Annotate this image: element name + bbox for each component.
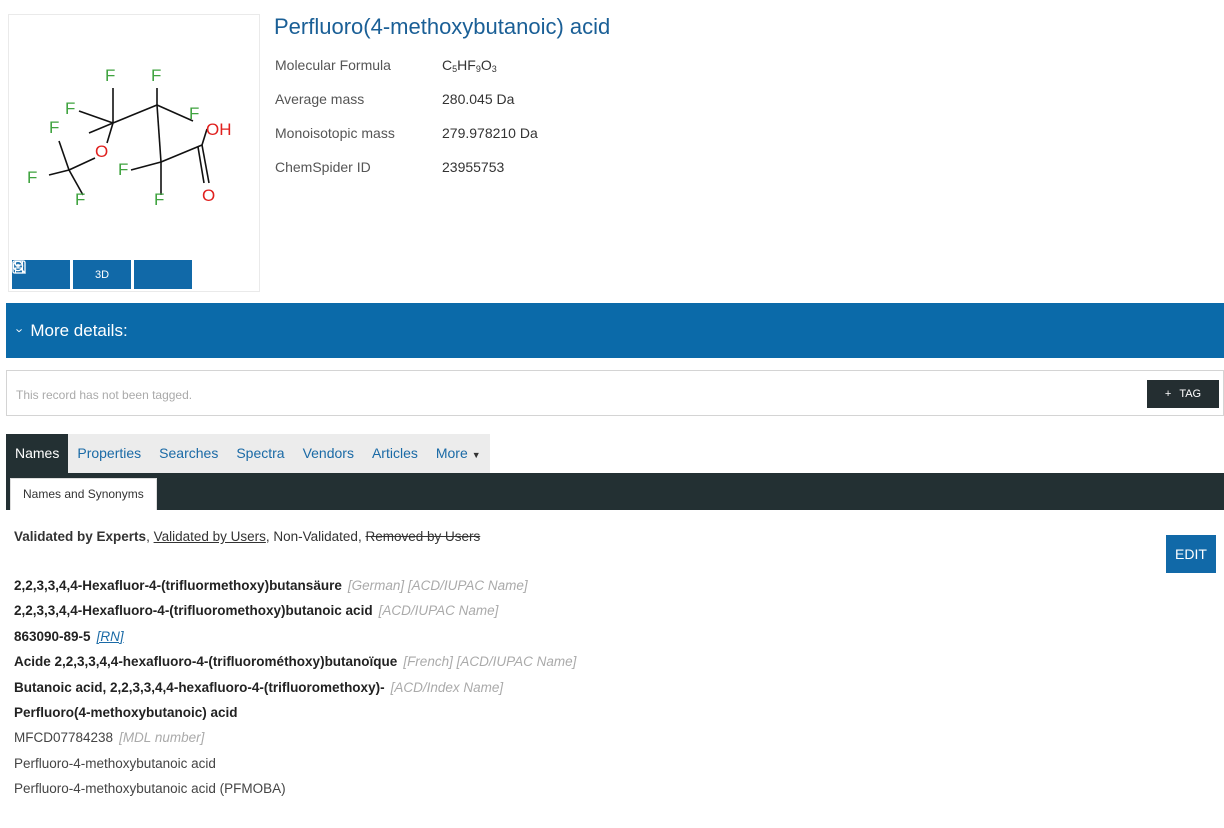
list-item: 863090-89-5 [RN] <box>14 624 576 649</box>
atom-labels: F F F F F OH F O F F F O <box>27 66 232 209</box>
legend-separator: , <box>146 529 154 544</box>
validation-legend: Validated by Experts, Validated by Users… <box>14 529 480 544</box>
plus-icon: + <box>1164 388 1172 400</box>
atom-label: F <box>75 190 85 209</box>
zoom-image-button[interactable] <box>12 260 192 289</box>
atom-label: F <box>189 104 199 123</box>
legend-non-validated: , Non-Validated, <box>265 529 366 544</box>
atom-label: F <box>105 66 115 85</box>
formula-part: HF <box>457 57 476 73</box>
atom-label: F <box>27 168 37 187</box>
tab-searches[interactable]: Searches <box>150 434 227 473</box>
list-item: 2,2,3,3,4,4-Hexafluoro-4-(trifluorometho… <box>14 598 576 623</box>
names-list: 2,2,3,3,4,4-Hexafluor-4-(trifluormethoxy… <box>14 573 576 802</box>
property-row: Average mass 280.045 Da <box>275 91 538 125</box>
tab-bar: Names Properties Searches Spectra Vendor… <box>6 434 490 473</box>
list-item: Acide 2,2,3,3,4,4-hexafluoro-4-(trifluor… <box>14 649 576 674</box>
synonym-name[interactable]: Perfluoro-4-methoxybutanoic acid (PFMOBA… <box>14 781 286 796</box>
tab-more[interactable]: More ▼ <box>427 434 490 473</box>
chevron-down-icon: › <box>12 328 28 333</box>
synonym-name[interactable]: Perfluoro(4-methoxybutanoic) acid <box>14 705 238 720</box>
synonym-name[interactable]: MFCD07784238 <box>14 730 113 745</box>
property-label: Average mass <box>275 91 365 107</box>
atom-label: F <box>49 118 59 137</box>
synonym-name[interactable]: 2,2,3,3,4,4-Hexafluoro-4-(trifluorometho… <box>14 603 373 618</box>
property-label: Molecular Formula <box>275 57 391 73</box>
list-item: Perfluoro(4-methoxybutanoic) acid <box>14 700 576 725</box>
synonym-name[interactable]: Perfluoro-4-methoxybutanoic acid <box>14 756 216 771</box>
property-row: Monoisotopic mass 279.978210 Da <box>275 125 538 159</box>
legend-validated-experts: Validated by Experts <box>14 529 147 544</box>
property-list: Molecular Formula C5HF9O3 Average mass 2… <box>275 57 538 193</box>
atom-label: O <box>202 186 215 205</box>
property-value: 279.978210 Da <box>442 125 538 141</box>
molecular-formula: C5HF9O3 <box>442 57 497 91</box>
image-toolbar: 3D <box>12 260 192 289</box>
page-title: Perfluoro(4-methoxybutanoic) acid <box>274 14 611 39</box>
synonym-reference: [ACD/Index Name] <box>390 679 504 695</box>
property-label: Monoisotopic mass <box>275 125 395 141</box>
structure-panel: F F F F F OH F O F F F O 3D <box>8 14 260 292</box>
tab-vendors[interactable]: Vendors <box>294 434 363 473</box>
chemspider-id: 23955753 <box>442 159 505 175</box>
formula-subscript: 3 <box>491 64 497 74</box>
formula-part: C <box>442 57 453 73</box>
tag-status-text: This record has not been tagged. <box>16 388 193 402</box>
synonym-reference: [MDL number] <box>119 730 205 746</box>
caret-down-icon: ▼ <box>471 450 481 460</box>
tab-names[interactable]: Names <box>6 434 69 473</box>
atom-label: F <box>65 99 75 118</box>
property-row: Molecular Formula C5HF9O3 <box>275 57 538 91</box>
atom-label: F <box>154 190 164 209</box>
tag-bar: This record has not been tagged. + TAG <box>6 370 1224 416</box>
tag-button[interactable]: + TAG <box>1147 380 1219 408</box>
atom-label: F <box>118 160 128 179</box>
property-label: ChemSpider ID <box>275 159 371 175</box>
atom-label: O <box>95 142 108 161</box>
synonym-name[interactable]: Butanoic acid, 2,2,3,3,4,4-hexafluoro-4-… <box>14 680 385 695</box>
edit-button[interactable]: EDIT <box>1166 535 1216 573</box>
legend-removed-users: Removed by Users <box>365 529 481 544</box>
list-item: MFCD07784238 [MDL number] <box>14 725 576 750</box>
tab-spectra[interactable]: Spectra <box>227 434 293 473</box>
subtab-bar: Names and Synonyms <box>6 473 1224 510</box>
synonym-name[interactable]: Acide 2,2,3,3,4,4-hexafluoro-4-(trifluor… <box>14 654 397 669</box>
atom-label: OH <box>206 120 232 139</box>
zoom-in-icon <box>12 260 27 275</box>
tag-button-label: TAG <box>1179 388 1202 400</box>
tab-more-label: More <box>435 445 468 461</box>
tab-articles[interactable]: Articles <box>363 434 427 473</box>
atom-label: F <box>151 66 161 85</box>
list-item: Perfluoro-4-methoxybutanoic acid <box>14 751 576 776</box>
synonym-name[interactable]: 863090-89-5 <box>14 629 91 644</box>
list-item: Perfluoro-4-methoxybutanoic acid (PFMOBA… <box>14 776 576 801</box>
synonym-reference: [French] [ACD/IUPAC Name] <box>403 654 577 670</box>
synonym-reference: [German] [ACD/IUPAC Name] <box>347 578 528 593</box>
list-item: Butanoic acid, 2,2,3,3,4,4-hexafluoro-4-… <box>14 675 576 700</box>
view-3d-button[interactable]: 3D <box>73 260 131 289</box>
formula-part: O <box>480 57 492 73</box>
synonym-reference: [ACD/IUPAC Name] <box>378 603 499 619</box>
more-details-toggle[interactable]: › More details: <box>6 303 1224 358</box>
property-value: 280.045 Da <box>442 91 515 107</box>
legend-validated-users: Validated by Users <box>153 529 266 544</box>
rn-link[interactable]: [RN] <box>97 629 124 644</box>
synonym-name[interactable]: 2,2,3,3,4,4-Hexafluor-4-(trifluormethoxy… <box>14 578 342 593</box>
property-row: ChemSpider ID 23955753 <box>275 159 538 193</box>
tab-properties[interactable]: Properties <box>68 434 150 473</box>
subtab-names-and-synonyms[interactable]: Names and Synonyms <box>10 478 157 510</box>
structure-image[interactable]: F F F F F OH F O F F F O <box>9 15 261 255</box>
more-details-label: More details: <box>30 320 128 340</box>
list-item: 2,2,3,3,4,4-Hexafluor-4-(trifluormethoxy… <box>14 573 576 598</box>
